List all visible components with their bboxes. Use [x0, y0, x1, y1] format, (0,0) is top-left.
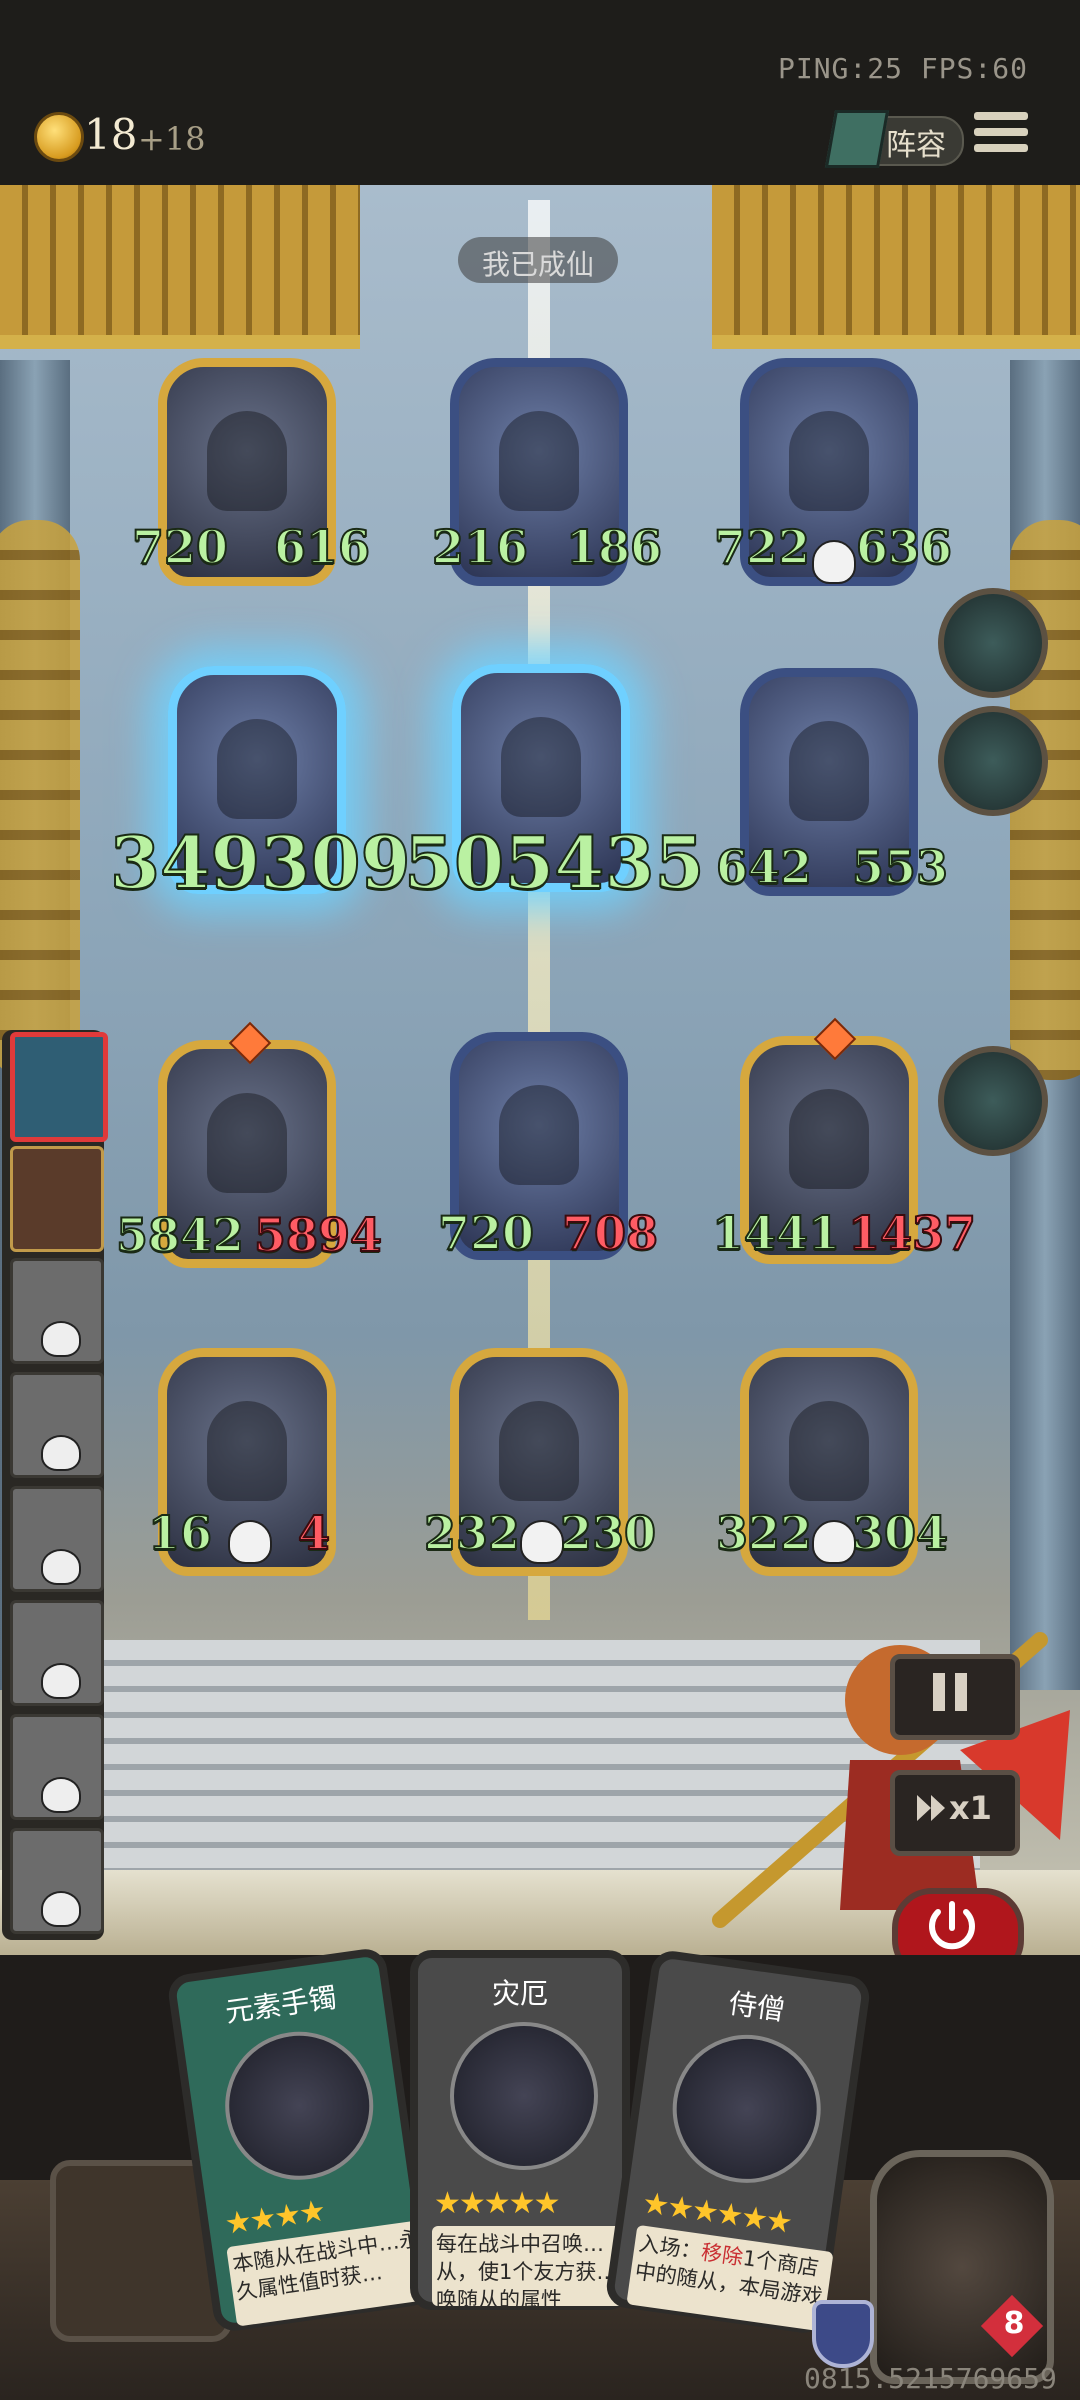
roster-item[interactable]	[10, 1372, 104, 1478]
unit-art	[501, 717, 581, 817]
unit-attack: 216	[431, 519, 529, 575]
lineup-icon	[824, 110, 890, 168]
unit-health: 186	[565, 519, 663, 575]
roster-item[interactable]	[10, 1486, 104, 1592]
unit-health: 304	[851, 1505, 949, 1561]
card-art	[450, 2022, 598, 2170]
unit-art	[207, 1093, 287, 1193]
power-icon	[929, 1901, 975, 1950]
card-art	[215, 2022, 383, 2190]
unit-art	[499, 1401, 579, 1501]
player-portrait[interactable]	[870, 2150, 1054, 2384]
skull-icon	[41, 1435, 81, 1471]
unit-attack: 642	[715, 839, 813, 895]
speed-label: x1	[949, 1789, 992, 1827]
shield-icon	[812, 2300, 874, 2368]
unit-attack: 720	[131, 519, 229, 575]
fast-forward-icon	[915, 1791, 949, 1829]
card-stars: ★★★★★	[434, 2186, 560, 2221]
unit-health: 616	[273, 519, 371, 575]
unit-attack: 232	[423, 1505, 521, 1561]
unit-art	[207, 1401, 287, 1501]
roster-item[interactable]	[10, 1828, 104, 1934]
skull-icon	[41, 1321, 81, 1357]
roster-item[interactable]	[10, 1258, 104, 1364]
unit-health: 708	[561, 1205, 659, 1261]
unit-attack: 722	[713, 519, 811, 575]
card-title: 侍僧	[726, 1986, 788, 2028]
board-title: 我已成仙	[481, 248, 594, 281]
game-seed: 0815.5215769659	[804, 2362, 1057, 2395]
unit-health: 553	[851, 839, 949, 895]
unit-art	[789, 1089, 869, 1189]
unit-art	[789, 411, 869, 511]
coin-icon	[34, 112, 84, 162]
network-stats: PING:25 FPS:60	[777, 52, 1028, 85]
hand-card-2[interactable]: 灾厄 ★★★★★ 每在战斗中召唤…从，使1个友方获…唤随从的属性	[410, 1950, 630, 2310]
unit-art	[499, 411, 579, 511]
card-art	[663, 2025, 831, 2193]
card-desc-keyword: 移除	[699, 2240, 745, 2270]
pause-button[interactable]	[890, 1654, 1020, 1740]
roster-item[interactable]	[10, 1600, 104, 1706]
unit-attack: 322	[715, 1505, 813, 1561]
unit-art	[499, 1085, 579, 1185]
unit-attack: 5842	[115, 1207, 245, 1263]
skull-icon	[41, 1777, 81, 1813]
unit-attack: 1441	[711, 1205, 841, 1261]
unit-health: 4	[297, 1505, 331, 1561]
speed-button[interactable]: x1	[890, 1770, 1020, 1856]
unit-health: 5894	[253, 1207, 383, 1263]
card-description: 每在战斗中召唤…从，使1个友方获…唤随从的属性	[432, 2226, 630, 2306]
roster-item-current[interactable]	[10, 1032, 108, 1142]
player-health: 8	[1003, 2306, 1025, 2341]
unit-art	[789, 721, 869, 821]
relic-vase-icon[interactable]	[938, 706, 1048, 816]
roof-left	[0, 185, 360, 349]
skull-icon	[520, 1520, 564, 1564]
unit-health: 230	[559, 1505, 657, 1561]
roster-item[interactable]	[10, 1714, 104, 1820]
gold-income: +18	[138, 120, 206, 158]
dragon-ornament-left	[0, 520, 80, 1080]
skull-icon	[228, 1520, 272, 1564]
unit-attack: 349309	[109, 819, 412, 906]
gold-count: 18	[84, 110, 138, 159]
menu-icon[interactable]	[974, 112, 1028, 160]
relic-weapon-icon[interactable]	[938, 588, 1048, 698]
pause-icon	[933, 1673, 967, 1711]
unit-health: 636	[855, 519, 953, 575]
skull-icon	[812, 1520, 856, 1564]
skull-icon	[41, 1663, 81, 1699]
unit-health: 1437	[847, 1205, 977, 1261]
unit-art	[789, 1401, 869, 1501]
monkey-king-hero	[700, 1580, 1080, 1960]
lineup-label: 阵容	[886, 128, 946, 163]
relic-spirit-icon[interactable]	[938, 1046, 1048, 1156]
unit-art	[207, 411, 287, 511]
skull-icon	[41, 1549, 81, 1585]
card-desc-prefix: 入场：	[637, 2231, 704, 2264]
skull-icon	[812, 540, 856, 584]
card-title: 灾厄	[491, 1977, 548, 2010]
unit-attack: 16	[147, 1505, 213, 1561]
unit-attack: 505435	[403, 819, 706, 906]
roster-item[interactable]	[10, 1146, 104, 1252]
unit-attack: 720	[437, 1205, 535, 1261]
roof-right	[712, 185, 1080, 349]
unit-art	[217, 719, 297, 819]
skull-icon	[41, 1891, 81, 1927]
card-title: 元素手镯	[223, 1980, 339, 2029]
